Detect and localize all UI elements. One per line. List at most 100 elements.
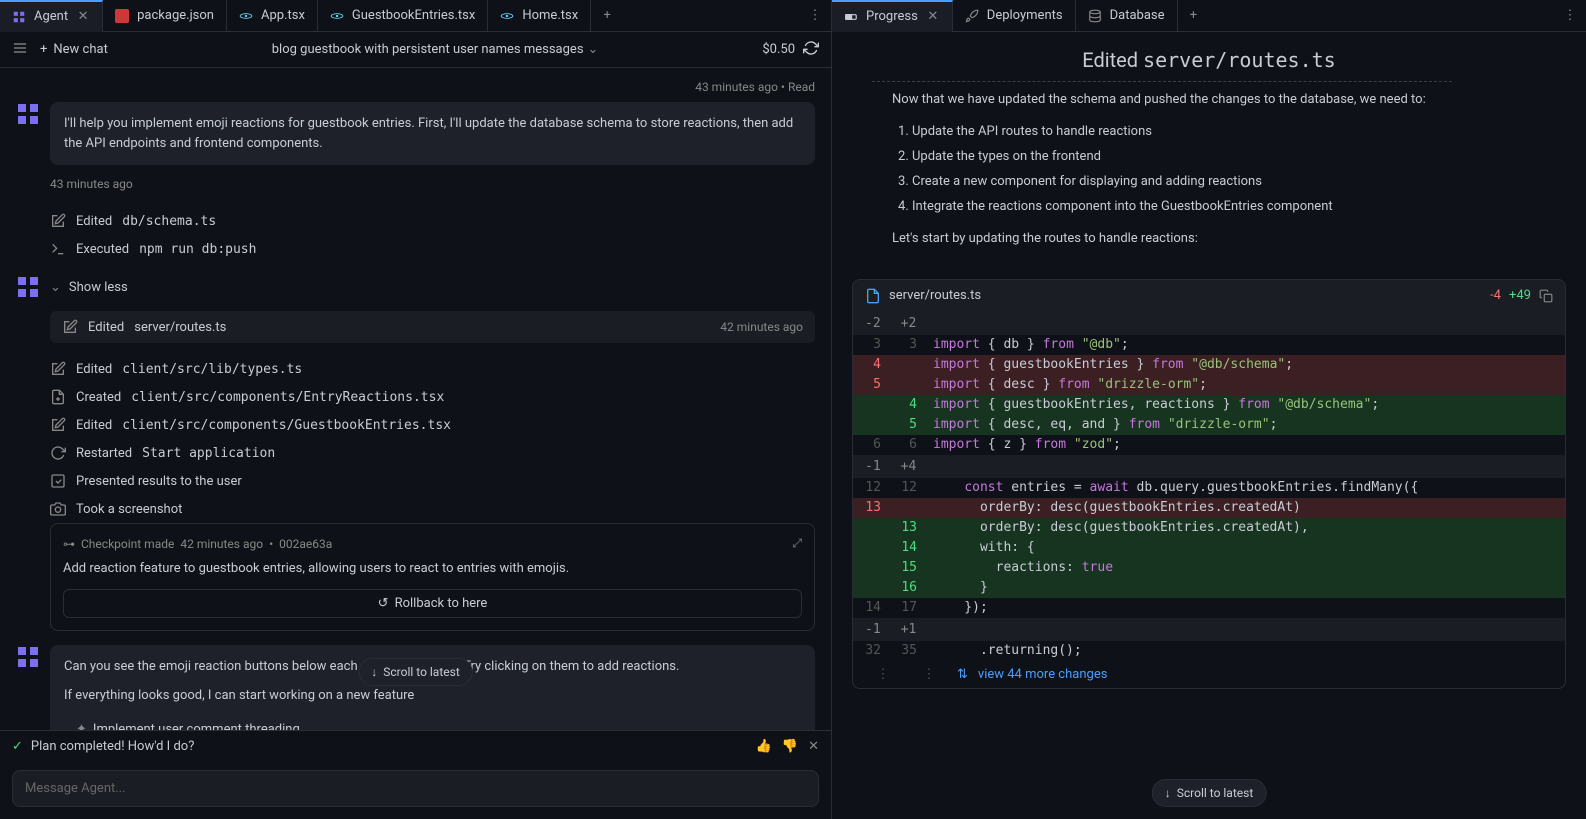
tab-overflow-button[interactable]: ⋮ — [1554, 8, 1586, 23]
tab-label: Home.tsx — [522, 8, 578, 23]
show-less-button[interactable]: Show less — [69, 280, 128, 295]
diff-line: 1212 const entries = await db.query.gues… — [853, 478, 1565, 498]
right-tab-bar: Progress ✕ Deployments Database + ⋮ — [832, 0, 1586, 32]
rocket-icon — [965, 9, 979, 23]
tab-overflow-button[interactable]: ⋮ — [799, 8, 831, 23]
add-tab-button[interactable]: + — [591, 8, 623, 23]
tab-label: GuestbookEntries.tsx — [352, 8, 475, 23]
close-icon[interactable]: ✕ — [926, 10, 940, 24]
diff-line: 33import { db } from "@db"; — [853, 335, 1565, 355]
action-screenshot[interactable]: Took a screenshot — [50, 495, 815, 523]
action-edited-types[interactable]: Edited client/src/lib/types.ts — [50, 355, 815, 383]
tab-label: Progress — [866, 9, 918, 24]
rotate-icon: ↺ — [378, 596, 389, 611]
scroll-to-latest-button[interactable]: ↓ Scroll to latest — [1152, 779, 1267, 807]
step-item: Integrate the reactions component into t… — [912, 196, 1526, 218]
expand-icon[interactable]: ⇅ — [957, 667, 968, 682]
tab-label: Deployments — [987, 8, 1063, 23]
diff-line: 14 with: { — [853, 538, 1565, 558]
chat-toolbar: + New chat blog guestbook with persisten… — [0, 32, 831, 68]
thumbs-down-button[interactable]: 👎 — [782, 739, 798, 754]
diff-line: 13 orderBy: desc(guestbookEntries.create… — [853, 518, 1565, 538]
diff-line: 15 reactions: true — [853, 558, 1565, 578]
arrow-down-icon: ↓ — [371, 665, 377, 679]
hunk-header: -1+4 — [853, 455, 1565, 478]
restart-icon — [50, 445, 66, 461]
action-presented[interactable]: Presented results to the user — [50, 467, 815, 495]
cost-label: $0.50 — [762, 42, 795, 57]
action-edited-schema[interactable]: Edited db/schema.ts — [50, 207, 815, 235]
diff-deletions: -4 — [1490, 288, 1501, 303]
diff-line: 13 orderBy: desc(guestbookEntries.create… — [853, 498, 1565, 518]
edit-icon — [50, 361, 66, 377]
diff-line: 4import { guestbookEntries, reactions } … — [853, 395, 1565, 415]
tab-deployments[interactable]: Deployments — [953, 0, 1076, 32]
diff-line: 3235 .returning(); — [853, 641, 1565, 661]
new-chat-label: New chat — [53, 42, 107, 57]
plan-complete-text: Plan completed! How'd I do? — [31, 739, 194, 754]
ellipsis-icon: ⋮ — [911, 667, 947, 682]
tab-package-json[interactable]: package.json — [103, 0, 227, 32]
tab-home-tsx[interactable]: Home.tsx — [488, 0, 591, 32]
agent-icon — [12, 10, 26, 24]
chat-title[interactable]: blog guestbook with persistent user name… — [120, 42, 751, 57]
checkpoint-card: ⊶ Checkpoint made 42 minutes ago • 002ae… — [50, 523, 815, 631]
copy-icon[interactable] — [1539, 289, 1553, 303]
view-more-row: ⋮ ⋮ ⇅ view 44 more changes — [853, 661, 1565, 688]
edit-icon — [62, 319, 78, 335]
close-icon[interactable]: ✕ — [808, 739, 819, 754]
database-icon — [1088, 9, 1102, 23]
action-created-reactions[interactable]: Created client/src/components/EntryReact… — [50, 383, 815, 411]
action-edited-entries[interactable]: Edited client/src/components/GuestbookEn… — [50, 411, 815, 439]
action-restarted[interactable]: Restarted Start application — [50, 439, 815, 467]
commit-icon: ⊶ — [63, 537, 75, 551]
edit-icon — [50, 213, 66, 229]
diff-viewer: server/routes.ts -4 +49 -2+2 33import { … — [852, 279, 1566, 689]
npm-icon — [115, 9, 129, 23]
progress-body: Now that we have updated the schema and … — [832, 80, 1586, 267]
scroll-to-latest-button[interactable]: ↓ Scroll to latest — [358, 658, 473, 686]
diff-line: 1417 }); — [853, 598, 1565, 618]
edit-icon — [50, 417, 66, 433]
rollback-button[interactable]: ↺ Rollback to here — [63, 589, 802, 618]
progress-icon — [844, 10, 858, 24]
action-executed[interactable]: Executed npm run db:push — [50, 235, 815, 263]
chevron-down-icon: ⌄ — [588, 42, 599, 57]
left-tab-bar: Agent ✕ package.json App.tsx GuestbookEn… — [0, 0, 831, 32]
tab-progress[interactable]: Progress ✕ — [832, 0, 953, 32]
react-icon — [239, 9, 253, 23]
expand-icon[interactable]: ⤢ — [792, 536, 802, 551]
view-more-link[interactable]: view 44 more changes — [978, 667, 1108, 682]
react-icon — [500, 9, 514, 23]
diff-line: 16 } — [853, 578, 1565, 598]
close-icon[interactable]: ✕ — [76, 10, 90, 24]
timeline-header: 43 minutes ago • Read — [16, 80, 815, 94]
message-timestamp: 43 minutes ago — [50, 177, 815, 191]
diff-line: 4import { guestbookEntries } from "@db/s… — [853, 355, 1565, 375]
tab-agent[interactable]: Agent ✕ — [0, 0, 103, 32]
suggestion-chip[interactable]: ✦ Implement user comment threading — [64, 714, 312, 731]
tab-app-tsx[interactable]: App.tsx — [227, 0, 318, 32]
tab-database[interactable]: Database — [1076, 0, 1178, 32]
refresh-icon[interactable] — [803, 40, 819, 60]
file-plus-icon — [50, 389, 66, 405]
arrow-down-icon: ↓ — [1165, 786, 1171, 800]
message-input[interactable]: Message Agent... — [12, 770, 819, 807]
menu-icon[interactable] — [12, 40, 28, 60]
tab-guestbook-entries[interactable]: GuestbookEntries.tsx — [318, 0, 488, 32]
check-icon: ✓ — [12, 739, 23, 754]
thumbs-up-button[interactable]: 👍 — [756, 739, 772, 754]
action-edited-routes[interactable]: Edited server/routes.ts 42 minutes ago — [50, 311, 815, 343]
diff-filename: server/routes.ts — [889, 288, 981, 303]
sparkle-icon: ✦ — [76, 720, 87, 731]
add-tab-button[interactable]: + — [1178, 8, 1210, 23]
plus-icon: + — [40, 42, 47, 57]
step-item: Update the types on the frontend — [912, 146, 1526, 168]
hunk-header: -1+1 — [853, 618, 1565, 641]
tab-label: package.json — [137, 8, 214, 23]
feedback-bar: ✓ Plan completed! How'd I do? 👍 👎 ✕ — [0, 730, 831, 762]
chat-content: 43 minutes ago • Read I'll help you impl… — [0, 68, 831, 730]
step-item: Create a new component for displaying an… — [912, 171, 1526, 193]
new-chat-button[interactable]: + New chat — [40, 42, 108, 57]
chevron-down-icon[interactable]: ⌄ — [50, 280, 61, 295]
